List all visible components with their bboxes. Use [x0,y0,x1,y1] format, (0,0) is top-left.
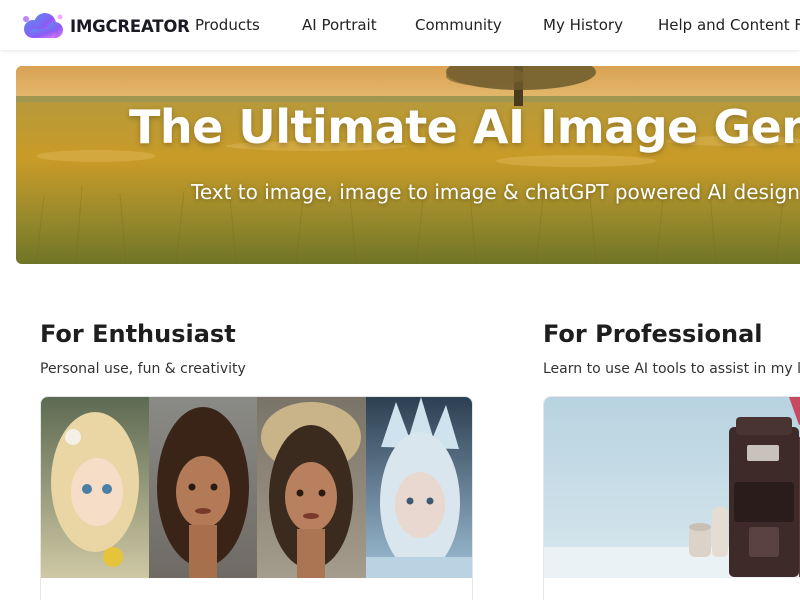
portrait-collage-image [41,397,472,600]
nav-community[interactable]: Community [415,15,502,35]
logo-cloud-icon [20,11,66,41]
nav-ai-portrait[interactable]: AI Portrait [302,15,377,35]
brand-name: IMGCREATOR [70,16,190,36]
hero-banner: The Ultimate AI Image Gene Text to image… [16,66,800,264]
professional-card[interactable] [543,396,800,600]
enthusiast-subtitle: Personal use, fun & creativity [40,361,246,377]
nav-my-history[interactable]: My History [543,15,623,35]
professional-title: For Professional [543,320,763,348]
brand-logo[interactable]: IMGCREATOR [20,11,190,41]
coffee-machine-image [544,397,800,600]
nav-help-and-content[interactable]: Help and Content F [658,15,800,35]
hero-subtitle: Text to image, image to image & chatGPT … [191,180,800,204]
enthusiast-title: For Enthusiast [40,320,236,348]
hero-wheat-field-image [16,66,800,264]
hero-title: The Ultimate AI Image Gene [129,100,800,154]
professional-subtitle: Learn to use AI tools to assist in my li [543,361,800,377]
nav-products[interactable]: Products [195,15,260,35]
top-navigation-bar: IMGCREATOR Products AI Portrait Communit… [0,0,800,50]
enthusiast-card[interactable] [40,396,473,600]
